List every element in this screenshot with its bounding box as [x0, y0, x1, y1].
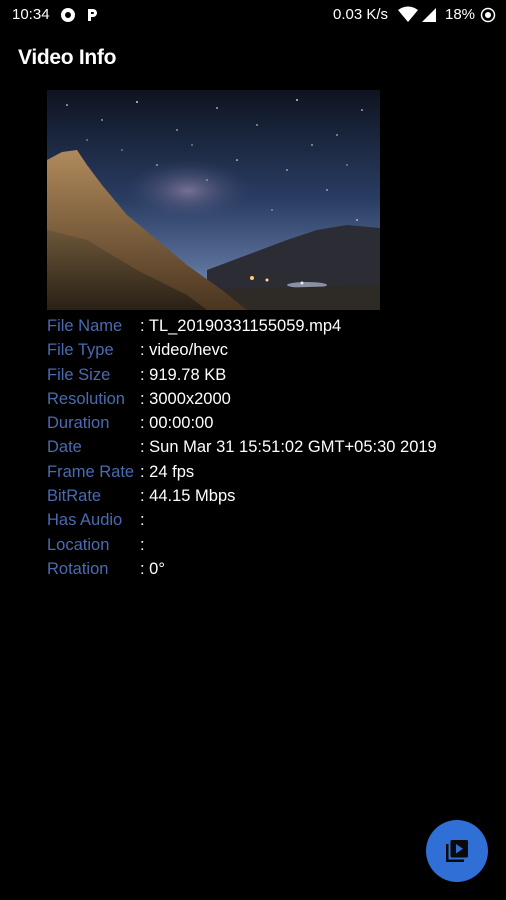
video-thumbnail[interactable] [47, 90, 380, 310]
info-value: : 24 fps [140, 462, 195, 481]
info-label: BitRate [47, 487, 102, 506]
info-value: : [140, 511, 145, 530]
info-row-frame-rate: Frame Rate : 24 fps [47, 460, 487, 484]
info-value: : 3000x2000 [140, 389, 231, 408]
info-row-bitrate: BitRate : 44.15 Mbps [47, 484, 487, 508]
play-video-icon [446, 840, 468, 862]
info-label: File Size [47, 365, 111, 384]
video-thumbnail-image [47, 90, 380, 310]
info-row-file-size: File Size : 919.78 KB [47, 363, 487, 387]
net-speed: 0.03 K/s [333, 6, 389, 23]
status-time: 10:34 [12, 6, 50, 23]
info-label: File Name [47, 317, 123, 335]
info-value: : TL_20190331155059.mp4 [140, 317, 342, 335]
info-label: Duration [47, 414, 110, 433]
record-icon [60, 7, 76, 23]
info-value: : 919.78 KB [140, 365, 227, 384]
info-value: : Sun Mar 31 15:51:02 GMT+05:30 2019 [140, 438, 437, 457]
play-video-button[interactable] [426, 820, 488, 882]
battery-icon [480, 7, 496, 23]
info-label: File Type [47, 341, 114, 360]
video-info-list: File Name : TL_20190331155059.mp4 File T… [47, 314, 487, 581]
info-value: : video/hevc [140, 341, 229, 360]
info-row-location: Location : [47, 533, 487, 557]
info-row-file-type: File Type : video/hevc [47, 338, 487, 362]
info-row-rotation: Rotation : 0° [47, 557, 487, 581]
info-label: Rotation [47, 559, 109, 578]
status-bar: 10:34 0.03 K/s 18% [0, 0, 506, 30]
info-label: Frame Rate [47, 462, 135, 481]
info-label: Has Audio [47, 511, 123, 530]
wifi-icon [398, 6, 418, 22]
info-label: Date [47, 438, 82, 457]
info-value: : 44.15 Mbps [140, 487, 236, 506]
info-label: Resolution [47, 389, 125, 408]
battery-percent: 18% [445, 6, 476, 23]
info-row-has-audio: Has Audio : [47, 508, 487, 532]
info-row-file-name: File Name : TL_20190331155059.mp4 [47, 314, 487, 338]
info-label: Location [47, 535, 110, 554]
info-row-duration: Duration : 00:00:00 [47, 411, 487, 435]
info-row-date: Date : Sun Mar 31 15:51:02 GMT+05:30 201… [47, 435, 487, 459]
video-info-screen: 10:34 0.03 K/s 18% Video Info File Name … [0, 0, 506, 900]
info-value: : [140, 535, 145, 554]
info-value: : 00:00:00 [140, 414, 214, 433]
info-value: : 0° [140, 559, 165, 578]
signal-icon [421, 7, 437, 23]
page-title: Video Info [18, 46, 117, 69]
info-row-resolution: Resolution : 3000x2000 [47, 387, 487, 411]
parking-icon [84, 7, 100, 23]
